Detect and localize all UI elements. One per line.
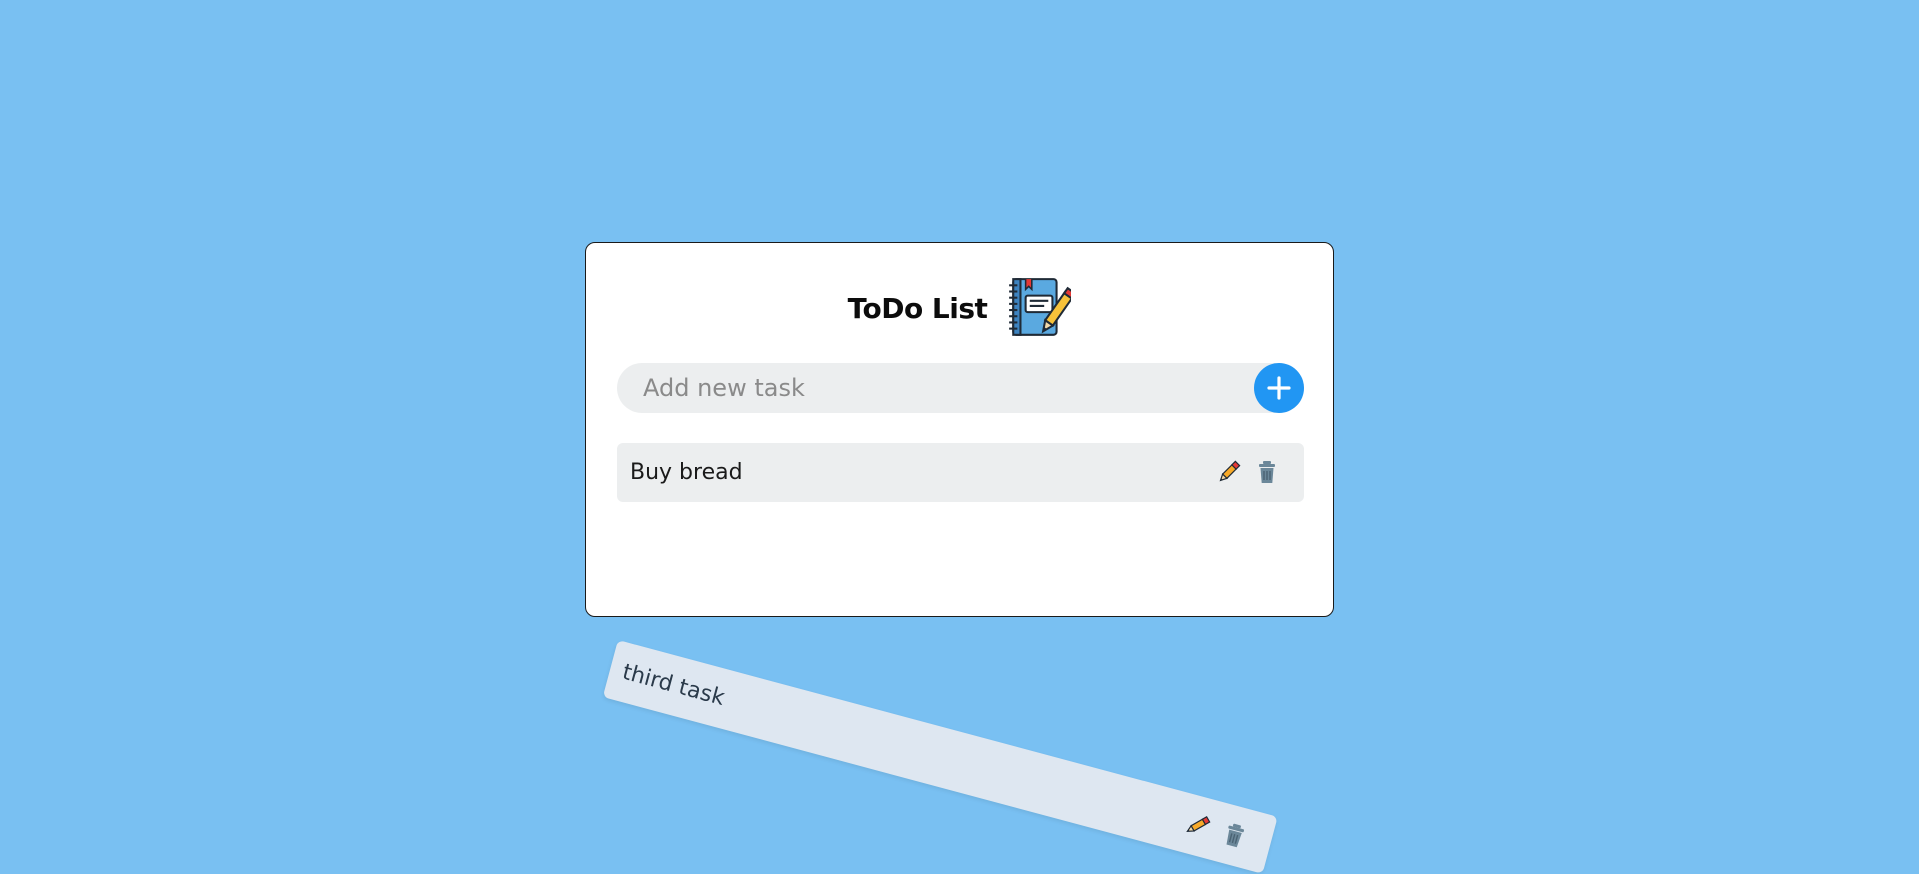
add-task-button[interactable] [1254,363,1304,413]
todo-card: ToDo List Buy bre [585,242,1334,617]
page-title: ToDo List [847,291,988,325]
plus-icon [1267,376,1291,400]
notebook-pencil-icon [1009,278,1072,336]
header: ToDo List [586,273,1333,343]
trash-icon[interactable] [1219,819,1251,851]
trash-icon[interactable] [1254,459,1280,485]
task-text: third task [619,659,728,712]
pencil-icon[interactable] [1182,809,1214,841]
task-actions [1216,459,1280,485]
pencil-icon[interactable] [1216,459,1242,485]
task-item[interactable]: Buy bread [617,443,1304,502]
add-task-bar [617,363,1304,413]
task-actions [1182,809,1251,851]
dragging-task-item[interactable]: third task [602,640,1278,874]
new-task-input[interactable] [617,363,1237,413]
task-text: Buy bread [630,460,743,485]
